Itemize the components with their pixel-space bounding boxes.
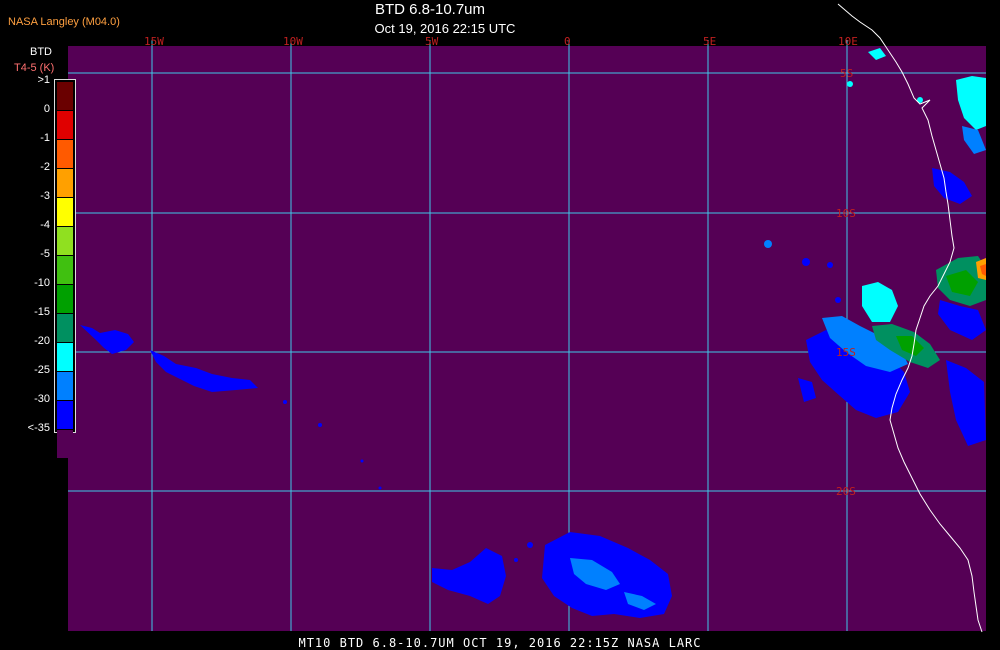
lon-label-10w: 10W — [283, 35, 303, 48]
legend-label: -25 — [34, 364, 50, 376]
image-title: BTD 6.8-10.7um — [374, 1, 486, 18]
legend-label: -15 — [34, 306, 50, 318]
cloud-patch — [802, 258, 810, 266]
legend-label: -4 — [40, 219, 50, 231]
legend-swatch — [57, 227, 73, 255]
legend-swatch — [57, 401, 73, 429]
cloud-patch — [764, 240, 772, 248]
cloud-patch — [378, 486, 382, 490]
legend-swatch — [57, 285, 73, 313]
lat-label-15s: 15S — [836, 346, 856, 359]
legend-title: BTD — [30, 46, 52, 58]
legend-label: 0 — [43, 103, 50, 115]
lon-label-5e: 5E — [703, 35, 717, 48]
lat-label-5s: 5S — [840, 67, 854, 80]
legend-swatch — [57, 111, 73, 139]
legend-swatch — [57, 343, 73, 371]
legend-label: -1 — [40, 132, 50, 144]
cloud-patch — [835, 297, 841, 303]
cloud-patch — [360, 459, 364, 463]
color-legend — [54, 79, 76, 458]
cloud-patch — [283, 400, 287, 404]
legend-swatch — [57, 169, 73, 197]
footer-caption: MT10 BTD 6.8-10.7UM OCT 19, 2016 22:15Z … — [298, 636, 702, 650]
legend-label: -2 — [40, 161, 50, 173]
legend-swatch — [57, 198, 73, 226]
legend-unit: T4-5 (K) — [14, 62, 55, 74]
satellite-map — [68, 3, 986, 633]
legend-label: -3 — [40, 190, 50, 202]
cloud-patch — [847, 81, 853, 87]
lon-label-5w: 5W — [425, 35, 439, 48]
cloud-patch — [514, 558, 518, 562]
lat-label-10s: 10S — [836, 207, 856, 220]
lat-label-20s: 20S — [836, 485, 856, 498]
legend-label: <-35 — [27, 422, 50, 434]
legend-swatch — [57, 82, 73, 110]
legend-swatch — [57, 140, 73, 168]
cloud-patch — [318, 423, 322, 427]
lon-label-10e: 10E — [838, 35, 858, 48]
legend-label: -10 — [34, 277, 50, 289]
image-timestamp: Oct 19, 2016 22:15 UTC — [374, 21, 516, 36]
cloud-patch — [527, 542, 533, 548]
legend-label: -30 — [34, 393, 50, 405]
legend-swatch — [57, 314, 73, 342]
legend-swatch — [57, 372, 73, 400]
legend-label: -20 — [34, 335, 50, 347]
lon-label-15w: 15W — [144, 35, 164, 48]
lon-label-0: 0 — [564, 35, 571, 48]
legend-swatch — [57, 256, 73, 284]
legend-label: -5 — [40, 248, 50, 260]
legend-swatch — [57, 430, 73, 458]
cloud-patch — [827, 262, 833, 268]
legend-label: >1 — [37, 74, 50, 86]
